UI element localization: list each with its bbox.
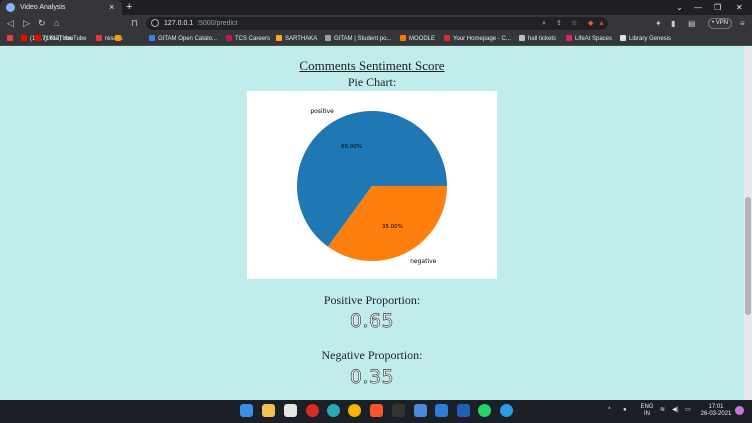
youtube-icon bbox=[35, 35, 41, 41]
bookmarks-bar: (1617) YouTube (1617) YouTube results GI… bbox=[0, 32, 752, 46]
bookmark-icon[interactable]: ⊓ bbox=[131, 17, 138, 30]
page-title: Comments Sentiment Score bbox=[299, 58, 445, 73]
globe-icon bbox=[6, 3, 15, 12]
bookmark-moodle[interactable]: MOODLE bbox=[400, 34, 435, 44]
bookmark-gmail[interactable] bbox=[7, 34, 16, 44]
bookmark-gitam-open-catalog[interactable]: GITAM Open Catalo... bbox=[149, 34, 217, 44]
wifi-icon[interactable]: ≋ bbox=[660, 407, 665, 414]
language-code: ENG bbox=[640, 404, 654, 410]
pie-pct-label-negative: 35.00% bbox=[382, 224, 403, 230]
negative-proportion-value: 0.35 bbox=[349, 366, 395, 389]
todo-icon[interactable] bbox=[414, 404, 427, 417]
brave-icon[interactable] bbox=[370, 404, 383, 417]
reload-icon[interactable]: ↻ bbox=[38, 17, 46, 30]
tcs-icon bbox=[226, 35, 232, 41]
zoom-search-icon[interactable]: ⌕ bbox=[542, 18, 546, 29]
bookmark-hall-tickets[interactable]: hall tickets bbox=[519, 34, 556, 44]
chart-caption: Pie Chart: bbox=[347, 75, 397, 89]
menu-icon[interactable]: ≡ bbox=[740, 17, 745, 30]
positive-proportion-value: 0.65 bbox=[349, 310, 395, 333]
download-manager-icon[interactable] bbox=[500, 404, 513, 417]
positive-proportion-label: Positive Proportion: bbox=[323, 293, 421, 307]
file-explorer-icon[interactable] bbox=[262, 404, 275, 417]
scrollbar-thumb[interactable] bbox=[745, 197, 751, 315]
windows-taskbar: ^ ● ENG IN ≋ ◀) ▭ 17:01 26-03-2021 bbox=[0, 400, 752, 423]
volume-icon[interactable]: ◀) bbox=[672, 407, 679, 414]
moodle-icon bbox=[400, 35, 406, 41]
tab-strip: Video Analysis × + ⌄ — ❐ ✕ bbox=[0, 0, 752, 15]
bookmark-gitam-student-portal[interactable]: GITAM | Student po... bbox=[325, 34, 391, 44]
vscode-icon[interactable] bbox=[435, 404, 448, 417]
bookmark-star-icon[interactable]: ☆ bbox=[571, 18, 577, 29]
back-icon[interactable]: ◁ bbox=[7, 17, 14, 30]
chrome-icon[interactable] bbox=[348, 404, 361, 417]
pie-category-label-positive: positive bbox=[310, 108, 334, 115]
pie-pct-label-positive: 65.00% bbox=[341, 144, 362, 150]
whatsapp-icon[interactable] bbox=[478, 404, 491, 417]
bookmark-lifeat-spaces[interactable]: LifeAt Spaces bbox=[566, 34, 612, 44]
results-icon bbox=[96, 35, 102, 41]
forward-icon[interactable]: ▷ bbox=[23, 17, 30, 30]
url-path: :5000/predict bbox=[197, 20, 238, 27]
bookmark-3[interactable] bbox=[115, 34, 124, 44]
bookmark-3-icon bbox=[115, 35, 121, 41]
negative-proportion-label: Negative Proportion: bbox=[321, 348, 423, 362]
page-scrollbar[interactable] bbox=[744, 47, 752, 400]
bookmark-1-icon bbox=[21, 35, 27, 41]
share-icon[interactable]: ⇪ bbox=[556, 18, 562, 29]
pie-chart-svg: 65.00% positive 35.00% negative bbox=[297, 108, 447, 265]
gmail-icon bbox=[7, 35, 13, 41]
pie-category-label-negative: negative bbox=[410, 258, 437, 265]
homepage-icon bbox=[444, 35, 450, 41]
clock[interactable]: 17:01 26-03-2021 bbox=[699, 404, 733, 418]
opera-icon[interactable] bbox=[306, 404, 319, 417]
close-tab-icon[interactable]: × bbox=[109, 1, 114, 13]
home-icon[interactable]: ⌂ bbox=[54, 17, 59, 30]
clock-date: 26-03-2021 bbox=[700, 411, 732, 417]
bookmark-youtube[interactable]: (1617) YouTube bbox=[35, 34, 86, 44]
wallet-icon[interactable]: ▤ bbox=[688, 17, 696, 30]
close-window-icon[interactable]: ✕ bbox=[736, 1, 743, 14]
site-info-icon[interactable] bbox=[151, 19, 159, 27]
microphone-icon[interactable]: ● bbox=[623, 407, 627, 414]
notion-icon[interactable] bbox=[392, 404, 405, 417]
brave-shield-icon[interactable]: ◆ bbox=[588, 18, 593, 29]
tab-video-analysis[interactable]: Video Analysis × bbox=[0, 0, 122, 15]
clock-time: 17:01 bbox=[708, 404, 724, 410]
windows-start-icon[interactable] bbox=[240, 404, 253, 417]
address-bar[interactable]: 127.0.0.1 :5000/predict ⌕ ⇪ ☆ ◆ ▲ bbox=[146, 17, 608, 30]
vpn-button[interactable]: • VPN bbox=[708, 18, 732, 29]
tab-title: Video Analysis bbox=[20, 4, 66, 11]
notepad-icon[interactable] bbox=[284, 404, 297, 417]
tab-search-icon[interactable]: ⌄ bbox=[676, 1, 683, 14]
restore-icon[interactable]: ❐ bbox=[714, 1, 721, 14]
new-tab-button[interactable]: + bbox=[126, 0, 132, 14]
bookmark-sarthaka[interactable]: SARTHAKA bbox=[276, 34, 317, 44]
gitam-catalog-icon bbox=[149, 35, 155, 41]
url-host: 127.0.0.1 bbox=[164, 20, 194, 27]
pie-chart: 65.00% positive 35.00% negative bbox=[247, 91, 497, 279]
edge-icon[interactable] bbox=[327, 404, 340, 417]
bookmark-tcs-careers[interactable]: TCS Careers bbox=[226, 34, 270, 44]
brave-rewards-icon[interactable]: ▲ bbox=[598, 18, 605, 29]
gitam-portal-icon bbox=[325, 35, 331, 41]
language-region: IN bbox=[644, 411, 650, 417]
extensions-icon[interactable]: ✦ bbox=[655, 17, 662, 30]
show-hidden-icons[interactable]: ^ bbox=[608, 407, 611, 414]
browser-toolbar: ◁ ▷ ↻ ⌂ ⊓ 127.0.0.1 :5000/predict ⌕ ⇪ ☆ … bbox=[0, 15, 752, 32]
lifeat-icon bbox=[566, 35, 572, 41]
sidebar-icon[interactable]: ▮ bbox=[671, 17, 675, 30]
hall-tickets-icon bbox=[519, 35, 525, 41]
notification-icon[interactable] bbox=[735, 406, 744, 415]
bookmark-your-homepage[interactable]: Your Homepage - C... bbox=[444, 34, 511, 44]
word-icon[interactable] bbox=[457, 404, 470, 417]
language-indicator[interactable]: ENG IN bbox=[638, 404, 656, 418]
battery-icon[interactable]: ▭ bbox=[685, 407, 691, 414]
sarthaka-icon bbox=[276, 35, 282, 41]
library-genesis-icon bbox=[620, 35, 626, 41]
bookmark-library-genesis[interactable]: Library Genesis bbox=[620, 34, 671, 44]
minimize-icon[interactable]: — bbox=[694, 1, 702, 14]
